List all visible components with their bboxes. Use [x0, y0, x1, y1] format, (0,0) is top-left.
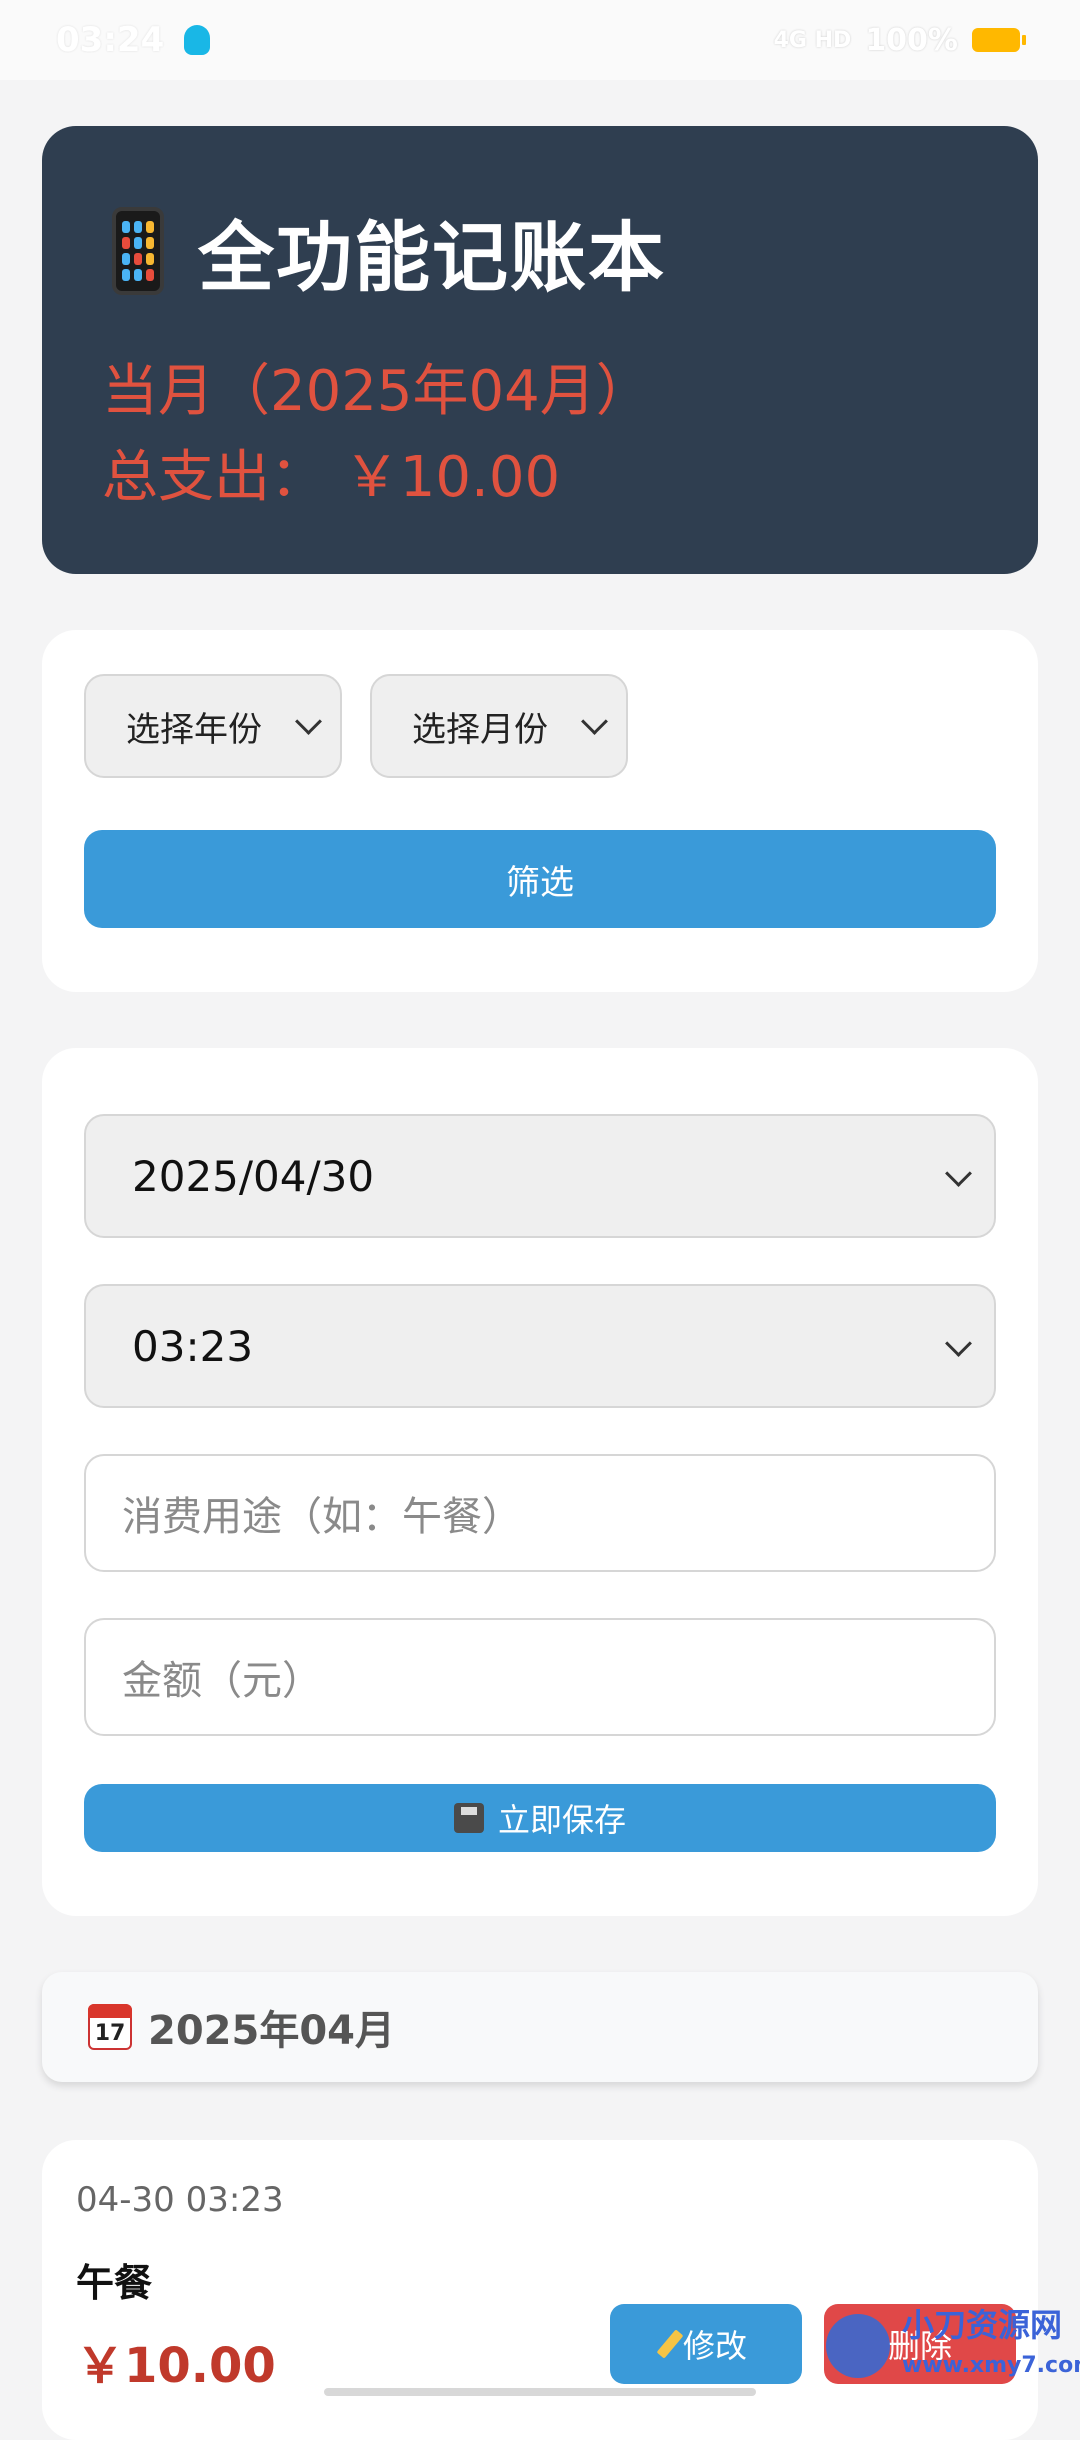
- date-picker[interactable]: 2025/04/30: [84, 1114, 996, 1238]
- watermark-logo-icon: [826, 2314, 890, 2378]
- save-button-label: 立即保存: [497, 1801, 626, 1839]
- battery-icon: [972, 28, 1026, 52]
- amount-input[interactable]: 金额（元）: [84, 1618, 996, 1736]
- chevron-down-icon: [295, 708, 322, 735]
- edit-button-label: 修改: [682, 2327, 747, 2365]
- year-select[interactable]: 选择年份: [84, 674, 342, 778]
- time-value: 03:23: [132, 1321, 254, 1371]
- record-datetime: 04-30 03:23: [76, 2180, 284, 2220]
- purpose-input[interactable]: 消费用途（如：午餐）: [84, 1454, 996, 1572]
- pencil-icon: [656, 2329, 684, 2359]
- time-picker[interactable]: 03:23: [84, 1284, 996, 1408]
- app-title-text: 全功能记账本: [198, 213, 666, 302]
- date-value: 2025/04/30: [132, 1151, 375, 1201]
- month-group-header[interactable]: 17 2025年04月: [42, 1972, 1038, 2082]
- record-amount: ￥10.00: [76, 2338, 276, 2394]
- status-right: 4G HD 100%: [773, 0, 1026, 80]
- status-time: 03:24: [56, 20, 165, 60]
- app-title: 全功能记账本: [112, 196, 666, 306]
- summary-header: 全功能记账本 当月（2025年04月） 总支出： ￥10.00: [42, 126, 1038, 574]
- filter-button[interactable]: 筛选: [84, 830, 996, 928]
- chevron-down-icon: [945, 1330, 972, 1357]
- year-select-label: 选择年份: [126, 709, 262, 750]
- month-select-label: 选择月份: [412, 709, 548, 750]
- record-purpose: 午餐: [76, 2261, 153, 2305]
- home-indicator[interactable]: [324, 2388, 756, 2396]
- watermark-title: 小刀资源网: [902, 2306, 1063, 2344]
- qq-notification-icon: [184, 25, 211, 55]
- edit-button[interactable]: 修改: [610, 2304, 802, 2384]
- calendar-day: 17: [94, 2021, 126, 2046]
- watermark-url: www.xmy7.com: [902, 2353, 1080, 2378]
- save-button[interactable]: 立即保存: [84, 1784, 996, 1852]
- current-month-label: 当月（2025年04月）: [102, 359, 652, 424]
- site-watermark: 小刀资源网 www.xmy7.com: [820, 2296, 1080, 2400]
- calendar-icon: 17: [88, 2004, 132, 2050]
- entry-form-card: 2025/04/30 03:23 消费用途（如：午餐） 金额（元） 立即保存: [42, 1048, 1038, 1916]
- battery-percent: 100%: [865, 22, 958, 58]
- mobile-phone-icon: [112, 207, 164, 295]
- filter-card: 选择年份 选择月份 筛选: [42, 630, 1038, 992]
- signal-icon: 4G HD: [773, 27, 852, 53]
- month-group-label: 2025年04月: [148, 2008, 395, 2054]
- chevron-down-icon: [581, 708, 608, 735]
- floppy-disk-icon: [453, 1803, 484, 1833]
- total-expense: 总支出： ￥10.00: [102, 445, 561, 510]
- status-bar: 03:24 4G HD 100%: [0, 0, 1080, 80]
- month-select[interactable]: 选择月份: [370, 674, 628, 778]
- chevron-down-icon: [945, 1160, 972, 1187]
